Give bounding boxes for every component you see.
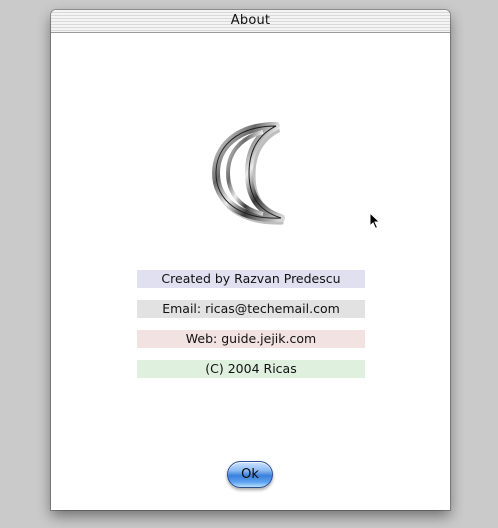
ok-button[interactable]: Ok: [227, 461, 273, 488]
crescent-moon-icon: [212, 122, 285, 225]
title-bar[interactable]: About: [51, 10, 450, 33]
about-window: About Created by Razvan Predescu Email: …: [51, 10, 450, 510]
copyright-label: (C) 2004 Ricas: [137, 360, 365, 378]
author-label: Created by Razvan Predescu: [137, 270, 365, 288]
web-label: Web: guide.jejik.com: [137, 330, 365, 348]
window-title: About: [230, 13, 271, 28]
mouse-pointer-icon: [369, 212, 381, 230]
email-label: Email: ricas@techemail.com: [137, 300, 365, 318]
